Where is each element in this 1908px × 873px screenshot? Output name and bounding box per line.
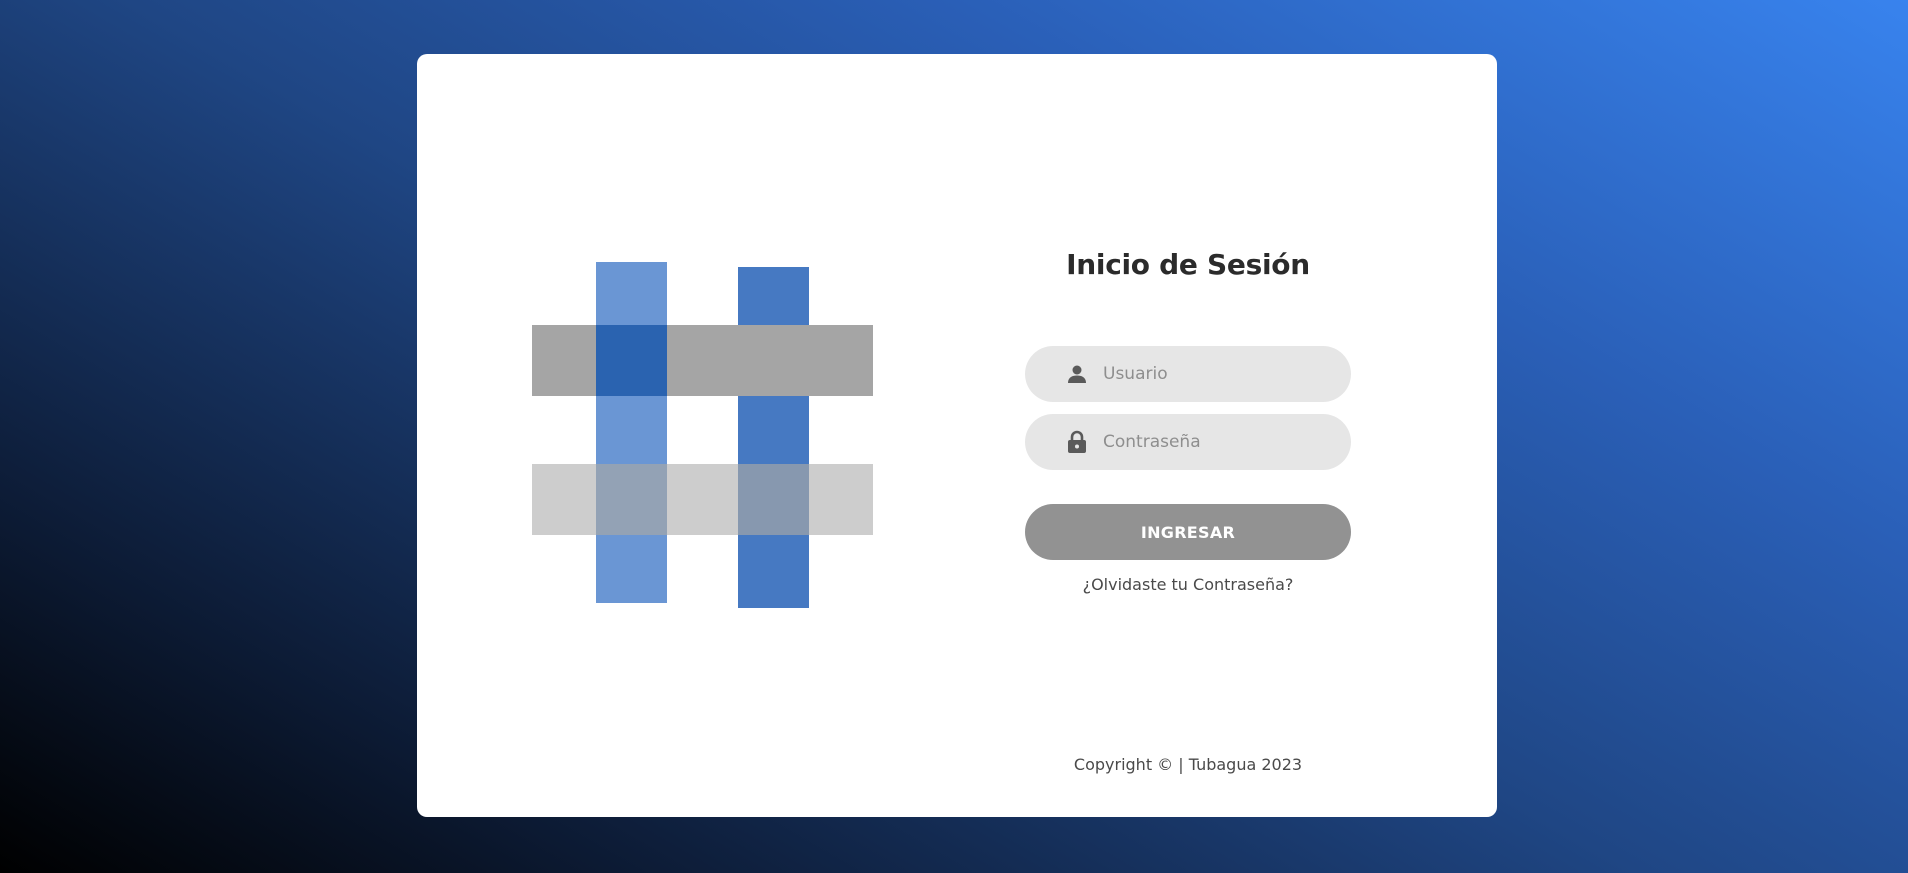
logo-overlap-top-left — [596, 325, 667, 396]
password-field[interactable] — [1025, 414, 1351, 470]
password-input[interactable] — [1101, 431, 1335, 453]
hash-logo — [532, 260, 874, 610]
username-field[interactable] — [1025, 346, 1351, 402]
user-icon — [1065, 362, 1089, 386]
logo-overlap-bottom-left — [596, 464, 667, 535]
logo-vertical-bar-right — [738, 267, 809, 608]
logo-horizontal-bar-bottom — [532, 464, 873, 535]
username-input[interactable] — [1101, 363, 1335, 385]
forgot-password-link[interactable]: ¿Olvidaste tu Contraseña? — [1025, 575, 1351, 594]
logo-horizontal-bar-top — [532, 325, 873, 396]
login-button[interactable]: INGRESAR — [1025, 504, 1351, 560]
page-title: Inicio de Sesión — [1066, 248, 1310, 281]
logo-vertical-bar-left — [596, 262, 667, 603]
logo-overlap-bottom-right — [738, 464, 809, 535]
copyright-text: Copyright © | Tubagua 2023 — [1073, 755, 1303, 774]
hash-logo-graphic — [532, 262, 873, 608]
lock-icon — [1065, 430, 1089, 454]
